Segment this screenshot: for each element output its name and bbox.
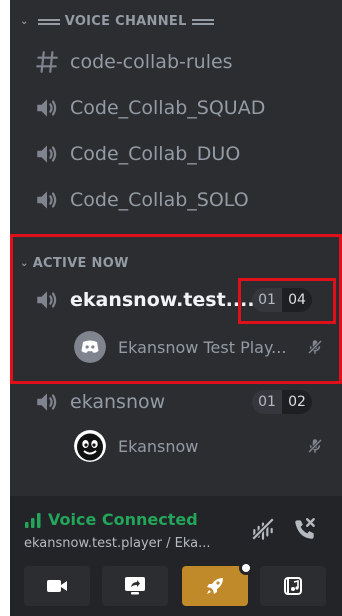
channel-label: Code_Collab_DUO <box>70 143 241 165</box>
user-count-current: 01 <box>252 390 282 414</box>
hashtag-icon <box>36 51 58 73</box>
voice-connection-panel: Voice Connected ekansnow.test.player / E… <box>10 496 342 616</box>
speaker-icon <box>37 145 57 163</box>
soundboard-button[interactable] <box>260 566 326 606</box>
channel-code-collab-squad[interactable]: Code_Collab_SQUAD <box>34 90 265 126</box>
voice-user-name: Ekansnow <box>118 436 199 456</box>
voice-channel-path[interactable]: ekansnow.test.player / Eka... <box>24 536 234 551</box>
divider-left <box>37 18 60 25</box>
screen-share-button[interactable] <box>102 566 168 606</box>
category-label: VOICE CHANNEL <box>64 14 187 29</box>
camera-button[interactable] <box>24 566 90 606</box>
noise-suppression-icon[interactable] <box>250 516 276 542</box>
activities-button[interactable] <box>182 561 253 606</box>
user-count-limit: 02 <box>282 390 312 414</box>
voice-user-ekansnow[interactable]: Ekansnow <box>74 429 324 463</box>
channel-ekansnow[interactable]: ekansnow <box>34 384 165 420</box>
notification-dot <box>239 561 253 575</box>
rocket-icon <box>207 578 223 594</box>
muted-microphone-icon <box>307 438 323 454</box>
user-count-badge: 01 02 <box>252 390 312 414</box>
channel-code-collab-duo[interactable]: Code_Collab_DUO <box>34 136 240 172</box>
highlight-box-user-count <box>238 278 336 324</box>
speaker-icon <box>37 393 57 411</box>
disconnect-call-icon[interactable] <box>292 516 318 542</box>
channel-code-collab-rules[interactable]: code-collab-rules <box>34 44 233 80</box>
speaker-icon <box>37 191 57 209</box>
avatar <box>74 430 106 462</box>
screen-share-icon <box>125 577 145 595</box>
channel-label: Code_Collab_SQUAD <box>70 97 266 119</box>
channel-label: ekansnow <box>70 391 166 413</box>
voice-status[interactable]: Voice Connected <box>24 510 198 529</box>
soundboard-icon <box>284 577 302 595</box>
channel-label: code-collab-rules <box>70 51 233 73</box>
camera-icon <box>47 580 67 592</box>
category-voice-channel[interactable]: ⌄ VOICE CHANNEL <box>20 14 219 29</box>
channel-code-collab-solo[interactable]: Code_Collab_SOLO <box>34 182 249 218</box>
channel-label: Code_Collab_SOLO <box>70 189 249 211</box>
channel-sidebar: ⌄ VOICE CHANNEL code-collab-rules Code_C… <box>10 0 342 616</box>
speaker-icon <box>37 99 57 117</box>
voice-status-label: Voice Connected <box>48 510 198 529</box>
signal-strength-icon <box>25 512 41 528</box>
chevron-down-icon: ⌄ <box>20 16 29 27</box>
divider-right <box>191 18 214 25</box>
